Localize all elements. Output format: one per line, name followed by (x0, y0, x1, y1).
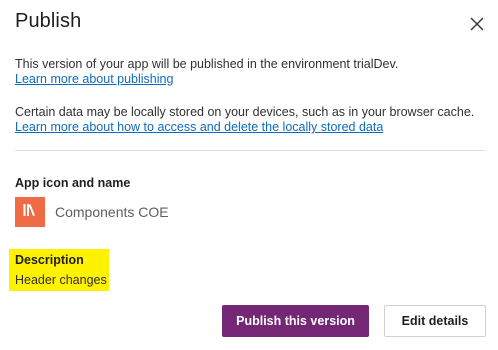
dialog-title: Publish (15, 10, 82, 32)
environment-text: This version of your app will be publish… (15, 57, 399, 71)
publish-version-button[interactable]: Publish this version (222, 305, 369, 337)
close-icon (468, 15, 486, 33)
close-button[interactable] (468, 15, 486, 33)
app-identity: Components COE (15, 197, 169, 227)
learn-publishing-link[interactable]: Learn more about publishing (15, 72, 398, 87)
learn-storage-link[interactable]: Learn more about how to access and delet… (15, 120, 474, 135)
publish-dialog: Publish This version of your app will be… (0, 0, 498, 350)
app-name: Components COE (55, 204, 169, 220)
description-value: Header changes (15, 273, 107, 287)
description-label: Description (15, 253, 84, 267)
divider (15, 150, 486, 151)
app-icon-tile (15, 197, 45, 227)
storage-text: Certain data may be locally stored on yo… (15, 105, 475, 119)
environment-info: This version of your app will be publish… (15, 57, 398, 87)
books-icon (22, 203, 38, 222)
app-icon-name-label: App icon and name (15, 176, 131, 190)
edit-details-button[interactable]: Edit details (384, 305, 486, 337)
storage-info: Certain data may be locally stored on yo… (15, 105, 474, 135)
